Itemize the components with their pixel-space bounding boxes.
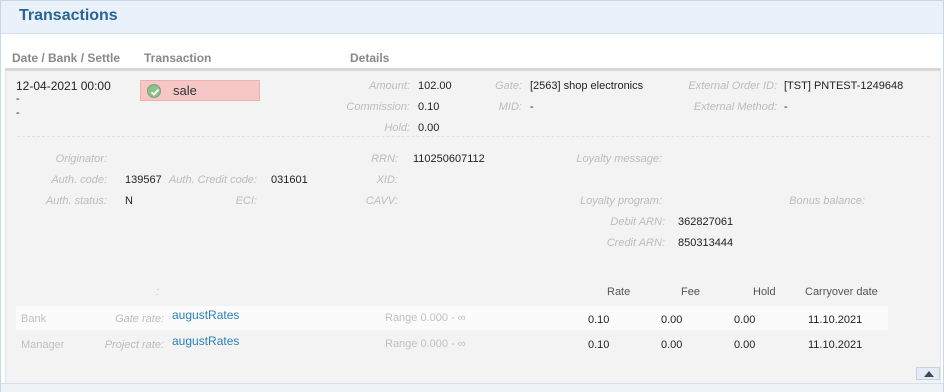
- project-rate-label: Project rate:: [104, 339, 164, 351]
- loyalty-message-label: Loyalty message:: [576, 153, 662, 165]
- auth-code-value: 139567: [125, 174, 162, 186]
- credit-arn-label: Credit ARN:: [606, 237, 665, 249]
- panel-footer-bar: [1, 383, 943, 392]
- auth-code-label: Auth. code:: [51, 174, 107, 186]
- transaction-row[interactable]: [5, 71, 941, 383]
- check-circle-icon: [147, 84, 161, 98]
- manager-hold-value: 0.00: [734, 339, 756, 351]
- rate-party-bank: Bank: [21, 313, 47, 325]
- bank-rate-value: 0.10: [588, 314, 610, 326]
- transaction-date: 12-04-2021 00:00: [16, 79, 111, 93]
- manager-fee-value: 0.00: [661, 339, 683, 351]
- debit-arn-label: Debit ARN:: [610, 216, 665, 228]
- mid-label: MID:: [498, 101, 522, 113]
- column-header-date-bank-settle[interactable]: Date / Bank / Settle: [12, 51, 120, 65]
- loyalty-program-label: Loyalty program:: [580, 195, 662, 207]
- project-rate-range: Range 0.000 - ∞: [385, 338, 466, 350]
- bank-hold-value: 0.00: [734, 314, 756, 326]
- panel-header: Transactions: [1, 1, 943, 34]
- details-divider: [17, 136, 929, 137]
- commission-value: 0.10: [418, 101, 440, 113]
- column-header-details[interactable]: Details: [350, 51, 389, 65]
- project-rate-link[interactable]: augustRates: [172, 334, 239, 348]
- auth-status-label: Auth. status:: [45, 195, 107, 207]
- panel-title: Transactions: [19, 7, 118, 24]
- transaction-settle: -: [16, 107, 20, 119]
- transactions-panel: Transactions Date / Bank / Settle Transa…: [0, 0, 944, 392]
- column-header-transaction[interactable]: Transaction: [144, 51, 211, 65]
- amount-value: 102.00: [418, 80, 452, 92]
- rates-header-carryover: Carryover date: [805, 286, 878, 298]
- commission-label: Commission:: [346, 101, 410, 113]
- auth-credit-code-value: 031601: [271, 174, 308, 186]
- gate-rate-range: Range 0.000 - ∞: [385, 312, 466, 324]
- scroll-to-top-button[interactable]: [916, 367, 940, 380]
- auth-credit-code-label: Auth. Credit code:: [168, 174, 257, 186]
- xid-label: XID:: [376, 174, 398, 186]
- mid-value: -: [530, 101, 534, 113]
- gate-value: [2563] shop electronics: [530, 80, 644, 92]
- transaction-type-badge[interactable]: sale: [140, 80, 260, 101]
- transaction-bank: -: [16, 93, 20, 105]
- rates-header-hold: Hold: [753, 286, 776, 298]
- amount-label: Amount:: [369, 80, 410, 92]
- debit-arn-value: 362827061: [678, 216, 734, 228]
- auth-status-value: N: [125, 195, 133, 207]
- bank-carryover-value: 11.10.2021: [808, 314, 863, 326]
- hold-label: Hold:: [384, 122, 410, 134]
- transaction-type-label: sale: [173, 83, 197, 98]
- rate-party-manager: Manager: [21, 339, 65, 351]
- external-method-label: External Method:: [693, 101, 777, 113]
- rrn-label: RRN:: [371, 153, 398, 165]
- manager-carryover-value: 11.10.2021: [808, 339, 863, 351]
- external-order-label: External Order ID:: [688, 80, 777, 92]
- external-method-value: -: [784, 101, 788, 113]
- gate-rate-label: Gate rate:: [115, 313, 164, 325]
- eci-label: ECI:: [235, 195, 257, 207]
- bonus-balance-label: Bonus balance:: [789, 195, 865, 207]
- rates-header-fee: Fee: [681, 286, 700, 298]
- rates-colon: :: [156, 286, 160, 298]
- credit-arn-value: 850313444: [678, 237, 734, 249]
- triangle-up-icon: [924, 371, 934, 377]
- originator-label: Originator:: [55, 153, 107, 165]
- hold-value: 0.00: [418, 122, 440, 134]
- rrn-value: 110250607112: [413, 153, 485, 165]
- external-order-value: [TST] PNTEST-1249648: [784, 80, 904, 92]
- rates-header-rate: Rate: [607, 286, 631, 298]
- gate-label: Gate:: [495, 80, 522, 92]
- manager-rate-value: 0.10: [588, 339, 610, 351]
- gate-rate-link[interactable]: augustRates: [172, 308, 239, 322]
- cavv-label: CAVV:: [365, 195, 398, 207]
- bank-fee-value: 0.00: [661, 314, 683, 326]
